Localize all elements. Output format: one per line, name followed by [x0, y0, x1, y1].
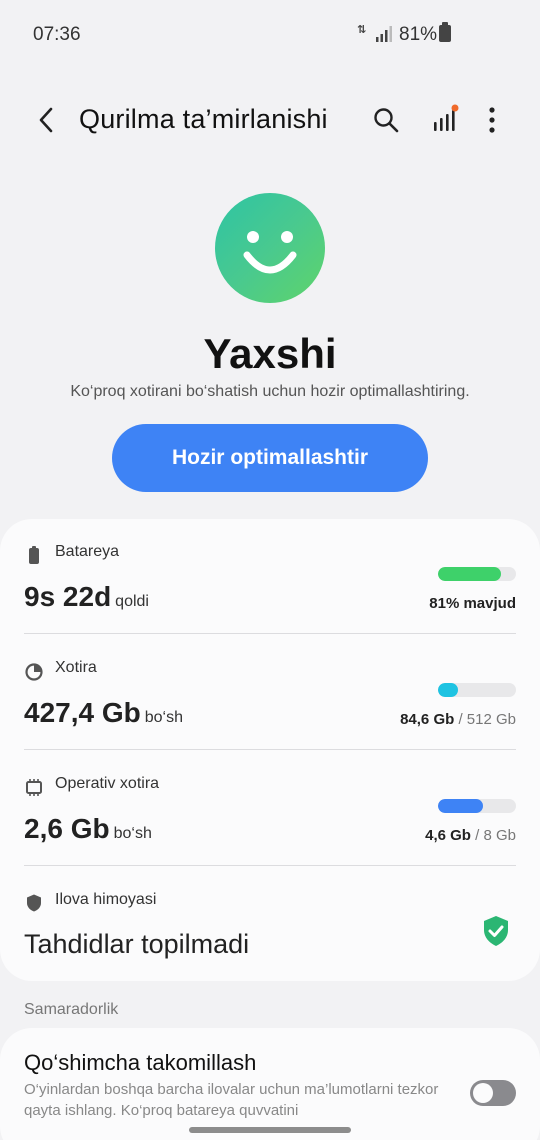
ram-bar — [438, 799, 516, 813]
storage-bar-fill — [438, 683, 458, 697]
ram-row[interactable]: Operativ xotira 2,6 Gb bo‘sh 4,6 Gb / 8 G… — [24, 775, 516, 865]
battery-icon — [439, 22, 451, 42]
storage-label: Xotira — [55, 659, 97, 676]
ram-value: 2,6 Gb bo‘sh — [24, 813, 152, 844]
divider — [24, 749, 516, 750]
battery-bar-fill — [438, 567, 502, 581]
divider — [24, 633, 516, 634]
storage-used: 84,6 Gb / 512 Gb — [400, 711, 516, 728]
data-transfer-icon: ⇅ — [357, 24, 367, 36]
battery-value: 9s 22d qoldi — [24, 581, 149, 612]
status-bar: 07:36 ⇅ 81% — [0, 0, 540, 68]
back-icon[interactable] — [34, 106, 60, 134]
app-protection-value: Tahdidlar topilmadi — [24, 929, 250, 959]
enhance-toggle[interactable] — [470, 1080, 516, 1106]
enhance-title: Qo‘shimcha takomillash — [24, 1050, 257, 1075]
app-bar: Qurilma ta’mirlanishi — [0, 90, 540, 150]
ram-bar-fill — [438, 799, 483, 813]
battery-available: 81% mavjud — [429, 595, 516, 612]
page-title: Qurilma ta’mirlanishi — [79, 104, 328, 134]
chart-icon[interactable] — [430, 104, 460, 134]
health-subtitle: Ko‘proq xotirani bo‘shatish uchun hozir … — [70, 383, 470, 400]
storage-bar — [438, 683, 516, 697]
battery-bar — [438, 567, 516, 581]
app-protection-row[interactable]: Ilova himoyasi Tahdidlar topilmadi — [24, 891, 516, 971]
search-icon[interactable] — [372, 106, 400, 134]
home-indicator[interactable] — [189, 1127, 351, 1133]
battery-percent: 81% — [399, 24, 438, 45]
battery-label: Batareya — [55, 543, 120, 560]
performance-card[interactable]: Qo‘shimcha takomillash O‘yinlardan boshq… — [0, 1028, 540, 1140]
battery-row[interactable]: Batareya 9s 22d qoldi 81% mavjud — [24, 543, 516, 633]
more-options-icon[interactable] — [482, 106, 502, 134]
section-header: Samaradorlik — [24, 1001, 119, 1018]
app-protection-label: Ilova himoyasi — [55, 891, 157, 908]
storage-value: 427,4 Gb bo‘sh — [24, 697, 183, 728]
optimize-now-button[interactable]: Hozir optimallashtir — [112, 424, 428, 492]
signal-icon — [376, 26, 392, 42]
status-card: Batareya 9s 22d qoldi 81% mavjud Xotira 4… — [0, 519, 540, 981]
battery-icon — [29, 546, 39, 564]
divider — [24, 865, 516, 866]
health-status: Yaxshi — [203, 330, 337, 377]
status-time: 07:36 — [33, 24, 81, 45]
shield-check-icon — [484, 916, 508, 946]
ram-used: 4,6 Gb / 8 Gb — [425, 827, 516, 844]
ram-label: Operativ xotira — [55, 775, 160, 792]
storage-row[interactable]: Xotira 427,4 Gb bo‘sh 84,6 Gb / 512 Gb — [24, 659, 516, 749]
smiley-face-icon — [215, 193, 325, 303]
shield-icon — [27, 894, 41, 912]
memory-chip-icon — [26, 779, 42, 796]
pie-chart-icon — [25, 663, 43, 681]
enhance-description: O‘yinlardan boshqa barcha ilovalar uchun… — [24, 1081, 439, 1119]
